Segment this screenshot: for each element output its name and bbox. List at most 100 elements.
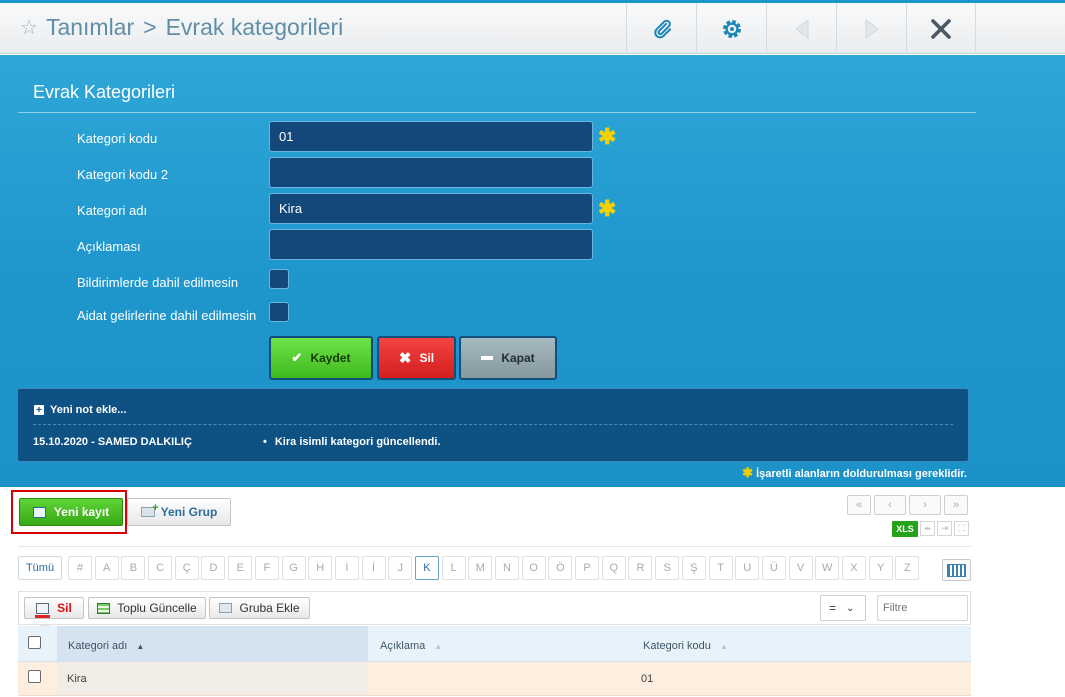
xls-export-button[interactable]: XLS: [892, 521, 918, 537]
add-to-group-button[interactable]: Gruba Ekle: [209, 597, 310, 619]
pager-prev-button[interactable]: ‹: [874, 495, 906, 515]
letter-filter-item[interactable]: Ç: [174, 556, 199, 580]
column-header-kategori-kodu[interactable]: Kategori kodu ▲: [643, 640, 728, 652]
gear-icon: [722, 19, 741, 38]
letter-filter-item[interactable]: U: [735, 556, 760, 580]
letter-filter-item[interactable]: V: [788, 556, 813, 580]
aciklama-input[interactable]: [269, 229, 593, 260]
delete-list-icon: [35, 602, 51, 618]
chevron-down-icon: ⌄: [846, 602, 855, 614]
letter-filter-item[interactable]: A: [94, 556, 119, 580]
form-title: Evrak Kategorileri: [33, 82, 176, 102]
column-chooser-button[interactable]: [942, 559, 971, 581]
new-group-button[interactable]: + Yeni Grup: [127, 498, 231, 526]
table-green-icon: [97, 602, 111, 614]
column-header-aciklama[interactable]: Açıklama ▲: [380, 640, 442, 652]
add-to-group-label: Gruba Ekle: [239, 601, 300, 615]
delete-button[interactable]: ✖ Sil: [377, 336, 456, 380]
settings-button[interactable]: [696, 3, 766, 54]
breadcrumb: ☆ Tanımlar > Evrak kategorileri: [20, 14, 343, 41]
column-header-kategori-adi[interactable]: Kategori adı ▲: [68, 640, 144, 652]
letter-filter-item[interactable]: K: [414, 556, 439, 580]
letter-filter-item[interactable]: F: [254, 556, 279, 580]
bulk-update-button[interactable]: Toplu Güncelle: [88, 597, 206, 619]
letter-filter-item[interactable]: P: [575, 556, 600, 580]
pager-next-button[interactable]: ›: [909, 495, 941, 515]
bulk-delete-button[interactable]: Sil: [24, 597, 84, 619]
pager-first-button[interactable]: «: [847, 495, 871, 515]
letter-filter-item[interactable]: L: [441, 556, 466, 580]
kategori-kodu-input[interactable]: [269, 121, 593, 152]
new-group-label: Yeni Grup: [160, 505, 218, 519]
letter-filter-item[interactable]: I: [334, 556, 359, 580]
table-header: Kategori adı ▲ Açıklama ▲ Kategori kodu …: [18, 626, 971, 662]
letter-filter-item[interactable]: H: [308, 556, 333, 580]
fullscreen-icon[interactable]: ⛶: [954, 521, 969, 536]
letter-filter-item[interactable]: Y: [868, 556, 893, 580]
kategori-adi-label: Kategori adı: [77, 203, 148, 218]
letter-filter-item[interactable]: #: [68, 556, 92, 580]
close-window-button[interactable]: [906, 3, 976, 54]
add-note-link[interactable]: + Yeni not ekle...: [34, 404, 126, 416]
letter-filter-item[interactable]: B: [121, 556, 146, 580]
letter-filter-item[interactable]: X: [841, 556, 866, 580]
filter-input[interactable]: [877, 595, 968, 621]
select-all-checkbox[interactable]: [28, 636, 41, 649]
row-checkbox[interactable]: [28, 670, 41, 683]
section-divider: [18, 546, 971, 547]
letter-filter-item[interactable]: M: [468, 556, 493, 580]
close-button-label: Kapat: [501, 351, 535, 365]
add-group-icon: +: [140, 502, 159, 517]
letter-filter-item[interactable]: W: [815, 556, 840, 580]
breadcrumb-root[interactable]: Tanımlar: [46, 14, 134, 41]
export-arrow-icon[interactable]: ⇥: [937, 521, 952, 536]
letter-filter-item[interactable]: E: [228, 556, 253, 580]
kategori-kodu-label: Kategori kodu: [77, 131, 158, 146]
kategori-adi-input[interactable]: [269, 193, 593, 224]
triangle-left-icon: [794, 18, 808, 39]
notes-panel: + Yeni not ekle... 15.10.2020 - SAMED DA…: [17, 388, 969, 462]
letter-filter-all[interactable]: Tümü: [18, 556, 62, 580]
save-button[interactable]: ✔ Kaydet: [269, 336, 373, 380]
sort-ascending-icon: ▲: [136, 641, 145, 651]
close-button[interactable]: Kapat: [459, 336, 557, 380]
pager-last-button[interactable]: »: [944, 495, 968, 515]
column-label: Kategori kodu: [643, 640, 711, 652]
letter-filter-item[interactable]: Z: [895, 556, 920, 580]
required-asterisk-icon: ✱: [598, 124, 617, 149]
letter-filter-item[interactable]: J: [388, 556, 413, 580]
bildirim-label: Bildirimlerde dahil edilmesin: [77, 275, 239, 290]
letter-filter-item[interactable]: G: [281, 556, 306, 580]
note-text-item: • Kira isimli kategori güncellendi.: [263, 436, 441, 448]
next-record-button[interactable]: [836, 3, 906, 54]
letter-filter-item[interactable]: O: [521, 556, 546, 580]
table-row[interactable]: Kira 01: [18, 662, 971, 696]
letter-filter-item[interactable]: Ş: [681, 556, 706, 580]
letter-filter-item[interactable]: T: [708, 556, 733, 580]
letter-filter-item[interactable]: S: [655, 556, 680, 580]
filter-operator-select[interactable]: = ⌄: [820, 595, 866, 621]
aidat-checkbox[interactable]: [269, 302, 289, 322]
sort-icon: ▲: [719, 641, 728, 651]
attachment-button[interactable]: [626, 3, 696, 54]
checkmark-icon: ✔: [291, 350, 303, 365]
letter-filter-item[interactable]: N: [495, 556, 519, 580]
letter-filter-item[interactable]: İ: [361, 556, 386, 580]
letter-filter-item[interactable]: R: [628, 556, 653, 580]
title-bar: ☆ Tanımlar > Evrak kategorileri: [0, 0, 1065, 54]
letter-filter-item[interactable]: C: [148, 556, 173, 580]
prev-record-button[interactable]: [766, 3, 836, 54]
expand-columns-icon[interactable]: ⇹: [920, 521, 935, 536]
letter-filter-item[interactable]: D: [201, 556, 226, 580]
bullet-icon: •: [263, 436, 267, 448]
bildirim-checkbox[interactable]: [269, 269, 289, 289]
favorite-star-icon[interactable]: ☆: [20, 15, 38, 40]
required-asterisk-icon: ✱: [742, 465, 754, 480]
kategori-kodu2-input[interactable]: [269, 157, 593, 188]
delete-button-label: Sil: [419, 351, 435, 365]
close-icon: [931, 18, 951, 39]
letter-filter-item[interactable]: Ö: [548, 556, 573, 580]
letter-filter-item[interactable]: Q: [601, 556, 626, 580]
letter-filter-item[interactable]: Ü: [761, 556, 786, 580]
new-record-button[interactable]: Yeni kayıt: [19, 498, 123, 526]
